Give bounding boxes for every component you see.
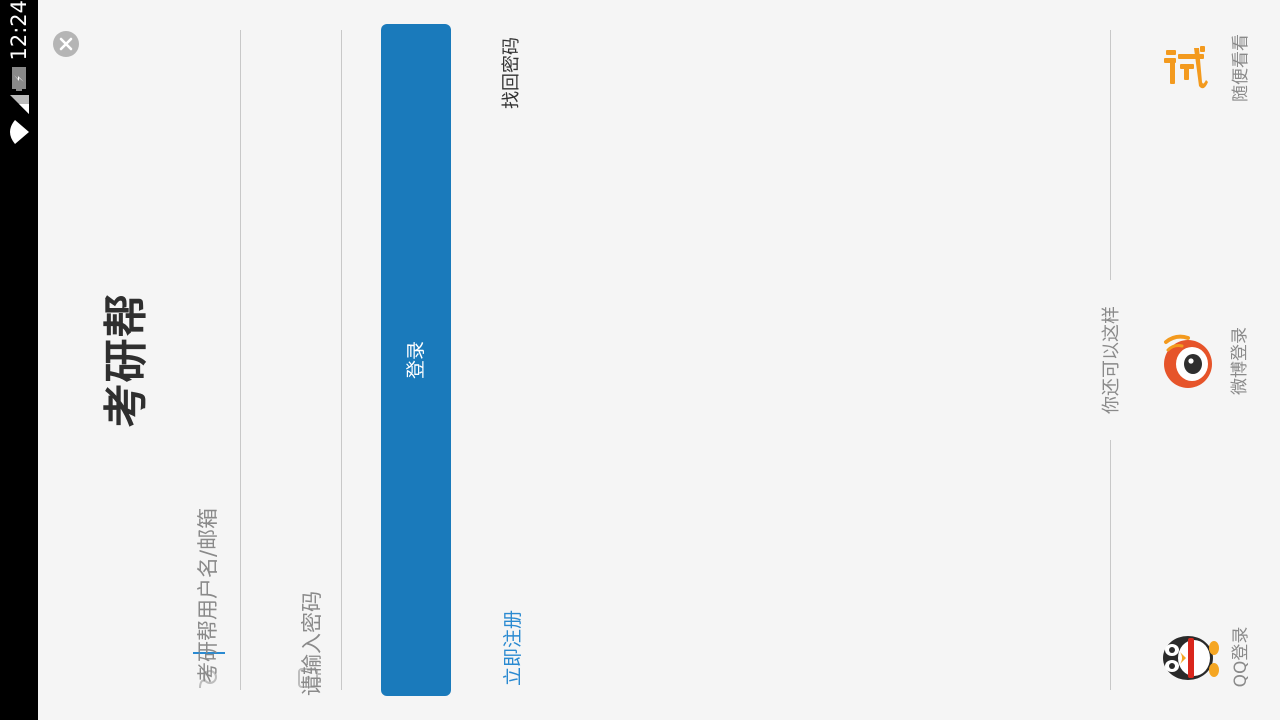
qq-button[interactable] xyxy=(1160,630,1220,686)
username-underline xyxy=(240,30,241,690)
login-button-label: 登录 xyxy=(405,341,427,380)
battery-icon xyxy=(12,66,26,91)
alt-divider-top xyxy=(1110,30,1111,280)
signal-icon xyxy=(10,94,29,114)
forgot-password-link[interactable]: 找回密码 xyxy=(499,13,525,133)
weibo-icon xyxy=(1164,334,1212,388)
qq-icon xyxy=(1163,636,1219,680)
weibo-button[interactable] xyxy=(1160,332,1216,392)
password-input[interactable]: 请输入密码 xyxy=(297,496,327,696)
alt-heading: 你还可以这样 xyxy=(1101,306,1122,414)
register-link[interactable]: 立即注册 xyxy=(500,588,526,708)
status-time: 12:24 xyxy=(7,0,31,61)
close-icon xyxy=(59,37,73,51)
alt-divider-bottom xyxy=(1110,440,1111,690)
wifi-icon xyxy=(10,119,29,144)
weibo-label[interactable]: 微博登录 xyxy=(1228,313,1252,409)
try-button[interactable] xyxy=(1158,40,1214,96)
try-icon xyxy=(1164,46,1208,89)
password-underline xyxy=(341,30,342,690)
username-input[interactable]: 考研帮用户名/邮箱 xyxy=(193,443,223,683)
app-logo: 考研帮 xyxy=(101,292,152,428)
status-bar-content: 12:24 xyxy=(0,0,38,150)
qq-label[interactable]: QQ登录 xyxy=(1229,609,1253,705)
try-label[interactable]: 随便看看 xyxy=(1229,20,1253,116)
close-button[interactable] xyxy=(53,31,79,57)
status-bar: 12:24 xyxy=(0,0,38,720)
